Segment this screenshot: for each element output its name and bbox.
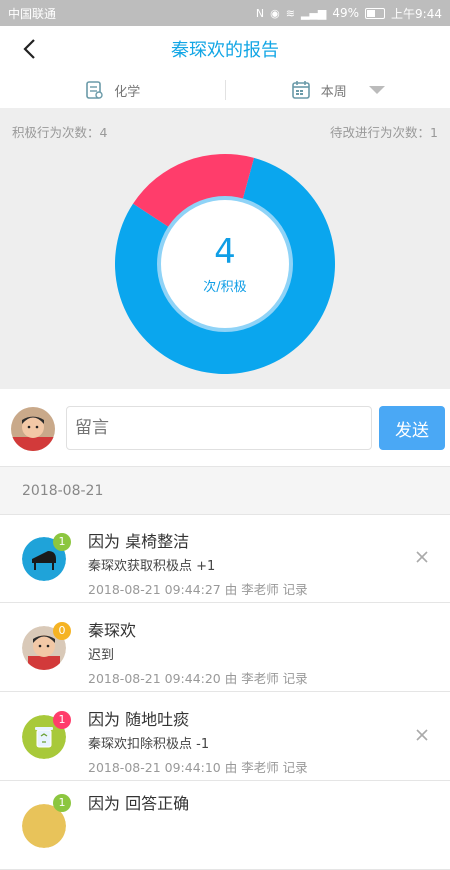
score-badge: 1 xyxy=(53,711,71,729)
clock: 上午9:44 xyxy=(391,5,442,22)
page-title: 秦琛欢的报告 xyxy=(171,36,279,62)
dropdown-triangle-icon[interactable] xyxy=(369,86,385,94)
back-arrow-icon[interactable] xyxy=(18,36,44,62)
nav-bar: 秦琛欢的报告 xyxy=(0,26,450,72)
record-item[interactable]: 1 因为 回答正确 xyxy=(0,782,450,870)
record-title: 因为 桌椅整洁 xyxy=(88,528,189,552)
record-title: 秦琛欢 xyxy=(88,617,136,641)
record-item[interactable]: 0 秦琛欢 迟到 2018-08-21 09:44:20 由 李老师 记录 xyxy=(0,604,450,692)
record-detail: 秦琛欢扣除积极点 -1 xyxy=(88,733,209,752)
delete-record-icon[interactable] xyxy=(414,727,430,743)
eye-icon: ◉ xyxy=(270,7,280,20)
period-label: 本周 xyxy=(321,81,347,100)
record-meta: 2018-08-21 09:44:10 由 李老师 记录 xyxy=(88,757,308,776)
book-icon xyxy=(84,80,104,100)
comment-row: 发送 xyxy=(0,389,450,467)
record-title: 因为 随地吐痰 xyxy=(88,706,189,730)
behavior-counts: 积极行为次数：4 待改进行为次数：1 xyxy=(12,122,438,141)
report-chart-area: 积极行为次数：4 待改进行为次数：1 4 次/积极 xyxy=(0,108,450,389)
record-meta: 2018-08-21 09:44:20 由 李老师 记录 xyxy=(88,668,308,687)
student-avatar xyxy=(11,407,55,451)
improve-count-label: 待改进行为次数：1 xyxy=(330,122,438,141)
send-button[interactable]: 发送 xyxy=(379,406,445,450)
status-icons: N ◉ ≋ ▂▄▆ 49% 上午9:44 xyxy=(256,5,442,22)
donut-center-value: 4 xyxy=(0,232,450,272)
calendar-icon xyxy=(291,80,311,100)
delete-record-icon[interactable] xyxy=(414,549,430,565)
filter-bar: 化学 本周 xyxy=(0,72,450,108)
score-badge: 0 xyxy=(53,622,71,640)
comment-input[interactable] xyxy=(66,406,372,450)
battery-percent: 49% xyxy=(332,6,359,20)
carrier-label: 中国联通 xyxy=(8,5,56,22)
subject-label: 化学 xyxy=(114,81,140,100)
battery-icon xyxy=(365,8,385,19)
nfc-icon: N xyxy=(256,7,264,20)
positive-count-label: 积极行为次数：4 xyxy=(12,122,107,141)
date-group-header: 2018-08-21 xyxy=(0,467,450,515)
status-bar: 中国联通 N ◉ ≋ ▂▄▆ 49% 上午9:44 xyxy=(0,0,450,26)
score-badge: 1 xyxy=(53,533,71,551)
record-item[interactable]: 1 因为 桌椅整洁 秦琛欢获取积极点 +1 2018-08-21 09:44:2… xyxy=(0,515,450,603)
wifi-icon: ≋ xyxy=(286,7,295,20)
record-item[interactable]: 1 因为 随地吐痰 秦琛欢扣除积极点 -1 2018-08-21 09:44:1… xyxy=(0,693,450,781)
donut-center-unit: 次/积极 xyxy=(0,276,450,295)
period-filter[interactable]: 本周 xyxy=(226,72,450,108)
score-badge: 1 xyxy=(53,794,71,812)
record-detail: 秦琛欢获取积极点 +1 xyxy=(88,555,215,574)
signal-icon: ▂▄▆ xyxy=(301,7,326,20)
record-detail: 迟到 xyxy=(88,644,114,663)
record-meta: 2018-08-21 09:44:27 由 李老师 记录 xyxy=(88,579,308,598)
record-title: 因为 回答正确 xyxy=(88,790,189,814)
subject-filter[interactable]: 化学 xyxy=(0,72,225,108)
